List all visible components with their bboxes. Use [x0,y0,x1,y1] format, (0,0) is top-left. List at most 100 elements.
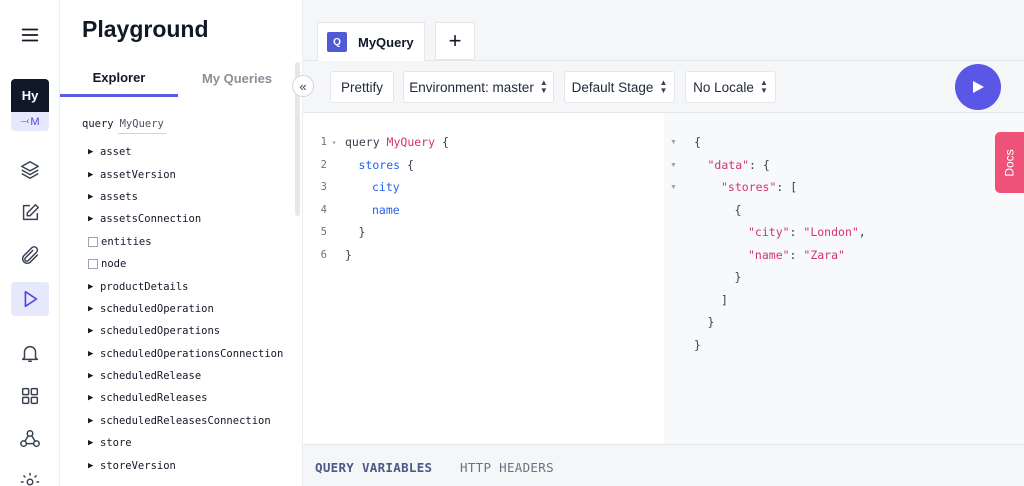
branch-icon: ⤙ [20,115,30,127]
settings-icon[interactable] [11,465,49,486]
checkbox[interactable] [88,236,98,247]
caret-right-icon[interactable]: ▶ [88,214,100,224]
tree-item[interactable]: ▶ store [88,432,298,454]
tree-item[interactable]: ▶ scheduledReleases [88,387,298,409]
tree-item[interactable]: ▶ asset [88,141,298,163]
code-line: 4 name [303,199,400,221]
tree-item[interactable]: ▶ scheduledOperation [88,298,298,320]
tree-item-label: scheduledOperationsConnection [100,347,284,360]
field-name: city [372,180,400,194]
result-line: { [694,131,701,153]
tab-my-queries[interactable]: My Queries [178,60,296,97]
punctuation: } [345,247,352,262]
tab-query-variables[interactable]: QUERY VARIABLES [315,460,432,475]
caret-right-icon[interactable]: ▶ [88,192,100,202]
query-name-input[interactable]: MyQuery [117,118,166,134]
run-query-button[interactable] [955,64,1001,110]
updown-icon: ▲ ▼ [539,78,548,95]
tree-item[interactable]: ▶ scheduledOperations [88,320,298,342]
environment-select[interactable]: Environment: master ▲ ▼ [403,71,554,103]
edit-icon[interactable] [11,196,49,230]
grid-icon[interactable] [11,379,49,413]
caret-right-icon[interactable]: ▶ [88,282,100,292]
json-punctuation: : [ [776,180,798,194]
caret-right-icon[interactable]: ▶ [88,147,100,157]
play-icon[interactable] [11,282,49,316]
tab-myquery[interactable]: Q MyQuery [317,22,425,61]
tab-explorer[interactable]: Explorer [60,60,178,97]
result-line: } [694,334,701,356]
tree-item-label: storeVersion [100,459,176,472]
line-number: 6 [320,248,327,261]
tab-http-headers[interactable]: HTTP HEADERS [460,460,554,475]
environment-select-label: Environment: master [409,79,534,95]
tree-item[interactable]: ▶ assetsConnection [88,208,298,230]
docs-label: Docs [1002,148,1017,177]
webhook-icon[interactable] [11,422,49,456]
fold-icon[interactable]: ▼ [670,184,677,191]
tree-item-label: scheduledOperations [100,325,221,338]
field-name: stores [358,157,401,172]
collapse-explorer-button[interactable]: « [292,75,314,97]
docs-button[interactable]: Docs [995,132,1024,193]
punctuation: { [400,157,414,172]
checkbox[interactable] [88,259,98,270]
caret-right-icon[interactable]: ▶ [88,416,100,426]
tree-item[interactable]: ▶ assets [88,186,298,208]
json-value: "London" [803,225,859,239]
tree-item[interactable]: ▶ scheduledReleasesConnection [88,410,298,432]
tree-item[interactable]: node [88,253,298,275]
keyword: query [345,135,387,149]
tree-item[interactable]: ▶ scheduledRelease [88,365,298,387]
json-key: "stores" [721,180,777,194]
tree-item[interactable]: entities [88,231,298,253]
caret-right-icon[interactable]: ▶ [88,393,100,403]
result-line: "name": "Zara" [748,244,845,266]
json-punctuation: } [734,270,742,284]
query-badge: Q [327,32,347,52]
layers-icon[interactable] [11,153,49,187]
json-punctuation: ] [721,292,728,307]
environment-label: M [30,115,40,128]
caret-right-icon[interactable]: ▶ [88,170,100,180]
menu-icon[interactable] [11,18,49,52]
query-editor[interactable]: 1 ▾ query MyQuery {2 stores {3 city 4 name 5} 6} [303,113,664,444]
updown-icon: ▲ ▼ [659,78,668,95]
caret-right-icon[interactable]: ▶ [88,371,100,381]
locale-select[interactable]: No Locale ▲ ▼ [685,71,776,103]
tree-item[interactable]: ▶ scheduledOperationsConnection [88,343,298,365]
tree-item[interactable]: ▶ productDetails [88,275,298,297]
code-line: 1 ▾ query MyQuery { [303,131,449,153]
line-number: 4 [320,203,327,216]
tree-item-label: scheduledRelease [100,370,202,383]
code-line: 5} [303,221,366,243]
tree-item[interactable]: ▶ storeVersion [88,454,298,476]
result-line: } [708,311,715,333]
caret-right-icon[interactable]: ▶ [88,461,100,471]
tree-item[interactable]: ▶ assetVersion [88,163,298,185]
add-tab-button[interactable]: + [435,22,475,60]
caret-right-icon[interactable]: ▶ [88,438,100,448]
fold-icon[interactable]: ▾ [327,138,341,147]
query-header: query MyQuery [82,118,166,134]
code-line: 2 stores { [303,154,414,176]
caret-right-icon[interactable]: ▶ [88,304,100,314]
json-punctuation: : [789,247,804,262]
json-punctuation: : [789,225,804,239]
caret-right-icon[interactable]: ▶ [88,349,100,359]
result-line: } [735,266,742,288]
tree-item-label: assetVersion [100,168,176,181]
fold-icon[interactable]: ▼ [670,162,677,169]
fold-icon[interactable]: ▼ [670,139,677,146]
stage-select[interactable]: Default Stage ▲ ▼ [564,71,675,103]
result-line: ] [721,289,728,311]
caret-right-icon[interactable]: ▶ [88,326,100,336]
attachment-icon[interactable] [11,239,49,273]
prettify-button[interactable]: Prettify [330,71,394,103]
tree-item-label: entities [101,235,152,248]
bell-icon[interactable] [11,336,49,370]
tree-item-label: asset [100,146,132,159]
tree-item-label: assets [100,190,138,203]
project-switcher[interactable]: Hy ⤙ M [11,79,49,131]
tree-item-label: node [101,258,127,271]
